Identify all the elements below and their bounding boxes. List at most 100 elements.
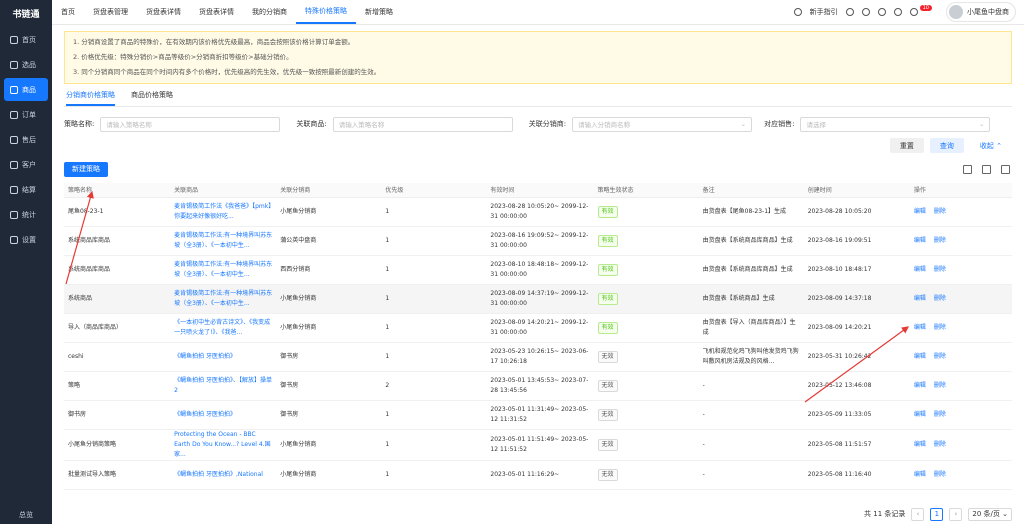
sidebar-item[interactable]: 客户 (0, 153, 52, 176)
edit-button[interactable]: 编辑 (914, 295, 926, 302)
user-menu[interactable]: 小尾鱼中盘商 (946, 2, 1016, 22)
headset-icon[interactable] (877, 8, 886, 16)
top-tab[interactable]: 货盘表管理 (84, 0, 137, 24)
sidebar-item[interactable]: 选品 (0, 53, 52, 76)
tab-distributor-price[interactable]: 分销商价格策略 (66, 90, 115, 106)
remark-cell: - (698, 371, 804, 401)
goods-link[interactable]: 麦肯锡极简工作法:有一种境界叫苏东坡（全3册）、《一本初中生... (174, 261, 272, 278)
sidebar-item[interactable]: 首页 (0, 28, 52, 51)
edit-columns-icon[interactable] (1001, 164, 1010, 174)
priority-cell: 2 (381, 371, 487, 401)
goods-link[interactable]: 《鲷鱼拍拍 牙医拍拍》、【解放】操单2 (174, 377, 272, 394)
goods-link[interactable]: 《鲷鱼拍拍 牙医拍拍》 (174, 353, 236, 360)
valid-time-cell: 2023-05-01 11:16:29~ (486, 460, 594, 490)
copy-icon[interactable] (893, 8, 902, 16)
sidebar-item[interactable]: 设置 (0, 228, 52, 251)
goods-link[interactable]: 麦肯锡极简工作法:有一种境界叫苏东坡（全3册）、《一本初中生... (174, 232, 272, 249)
next-page-button[interactable]: › (949, 507, 963, 521)
sidebar-item[interactable]: 售后 (0, 128, 52, 151)
status-badge-cell: 有效 (593, 313, 699, 343)
priority-cell: 1 (381, 255, 487, 285)
remark: - (702, 381, 705, 389)
delete-button[interactable]: 删除 (934, 411, 946, 418)
delete-button[interactable]: 删除 (934, 471, 946, 478)
sidebar-item[interactable]: 商品 (4, 78, 48, 101)
delete-button[interactable]: 删除 (934, 324, 946, 331)
top-tab[interactable]: 特殊价格策略 (296, 0, 356, 24)
top-tab[interactable]: 我的分销商 (243, 0, 296, 24)
guide-icon[interactable] (793, 8, 802, 16)
sidebar-item[interactable]: 结算 (0, 178, 52, 201)
strategy-name: 系统商品库商品 (68, 265, 111, 273)
delete-button[interactable]: 删除 (934, 266, 946, 273)
avatar (949, 5, 963, 19)
delete-button[interactable]: 删除 (934, 353, 946, 360)
main-content: 1. 分销商设置了商品的特殊价，在有效期内该价格优先级最高，商品会按照该价格计算… (52, 25, 1024, 524)
edit-button[interactable]: 编辑 (914, 353, 926, 360)
edit-button[interactable]: 编辑 (914, 266, 926, 273)
sidebar-item[interactable]: 订单 (0, 103, 52, 126)
created-time-cell: 2023-08-09 14:37:18 (803, 284, 910, 314)
delete-button[interactable]: 删除 (934, 295, 946, 302)
delete-button[interactable]: 删除 (934, 208, 946, 215)
valid-time: 2023-05-01 11:51:49~ 2023-05-12 11:51:52 (490, 435, 589, 453)
user-name: 小尾鱼中盘商 (967, 8, 1009, 16)
goods-link[interactable]: 麦肯锡极简工作法:有一种境界叫苏东坡（全3册）、《一本初中生... (174, 290, 272, 307)
page-size-select[interactable]: 20 条/页 ⌄ (968, 507, 1012, 521)
remark: - (702, 440, 705, 448)
edit-button[interactable]: 编辑 (914, 411, 926, 418)
filter-buttons: 重置 查询 收起 ⌃ (64, 138, 1012, 153)
distributor: 御书房 (280, 410, 299, 418)
collapse-button[interactable]: 收起 ⌃ (970, 138, 1012, 153)
created-time-cell: 2023-08-10 18:48:17 (803, 255, 910, 285)
ops-cell: 编辑 删除 (909, 342, 1012, 372)
export-icon[interactable] (982, 164, 991, 174)
created-time-cell: 2023-05-12 13:46:08 (803, 371, 910, 401)
priority: 1 (385, 440, 390, 448)
strategy-name: 批量测试导入策略 (68, 470, 117, 478)
edit-button[interactable]: 编辑 (914, 471, 926, 478)
edit-button[interactable]: 编辑 (914, 382, 926, 389)
strategy-name-input[interactable]: 请输入策略名称 (100, 116, 281, 132)
edit-button[interactable]: 编辑 (914, 441, 926, 448)
page-number-button[interactable]: 1 (930, 507, 944, 521)
goods-link[interactable]: 《一本初中生必背古诗文》、《我变成一只喷火龙了!》、《我爸... (174, 319, 270, 336)
edit-button[interactable]: 编辑 (914, 324, 926, 331)
priority: 1 (385, 207, 390, 215)
download-icon[interactable] (845, 8, 854, 16)
query-button[interactable]: 查询 (929, 138, 964, 153)
prev-page-button[interactable]: ‹ (911, 507, 925, 521)
sidebar-overview-button[interactable]: 总览 (0, 510, 52, 520)
sales-select[interactable]: 请选择 ⌄ (800, 116, 991, 132)
top-tabs: 首页 货盘表管理 货盘表详情 货盘表详情 我的分销商 特殊价格策略 新增策略 (52, 0, 402, 24)
distributor-select[interactable]: 请输入分销商名称 ⌄ (572, 116, 753, 132)
delete-button[interactable]: 删除 (934, 237, 946, 244)
goods-input[interactable]: 请输入策略名称 (332, 116, 513, 132)
table-header: 策略名称 关联商品 关联分销商 优先级 有效时间 策略生效状态 备注 创建时间 操作 (64, 183, 1012, 198)
top-tab[interactable]: 货盘表详情 (137, 0, 190, 24)
tab-goods-price[interactable]: 商品价格策略 (131, 90, 173, 106)
top-tab[interactable]: 首页 (52, 0, 84, 24)
guide-link[interactable]: 新手指引 (810, 7, 838, 17)
bell-icon[interactable] (909, 8, 918, 16)
goods-link[interactable]: 麦肯锡极简工作法《我爸爸》【pmk】你要起来好像很好吃... (174, 203, 271, 220)
created-time: 2023-08-09 14:20:21 (807, 323, 872, 331)
reset-button[interactable]: 重置 (889, 138, 924, 153)
delete-button[interactable]: 删除 (934, 441, 946, 448)
sidebar-item[interactable]: 统计 (0, 203, 52, 226)
top-tab[interactable]: 货盘表详情 (190, 0, 243, 24)
refresh-icon[interactable] (963, 164, 972, 174)
goods-link[interactable]: 《鲷鱼拍拍 牙医拍拍》 (174, 411, 236, 418)
strategy-name: 系统商品 (68, 294, 93, 302)
heart-icon[interactable] (861, 8, 870, 16)
edit-button[interactable]: 编辑 (914, 208, 926, 215)
delete-button[interactable]: 删除 (934, 382, 946, 389)
top-tab[interactable]: 新增策略 (356, 0, 402, 24)
notice-line: 2. 价格优先级：特殊分销价>商品等级价>分销商折扣等级价>基础分销价。 (73, 53, 293, 61)
goods-link[interactable]: 《鲷鱼拍拍 牙医拍拍》,National (174, 471, 263, 478)
strategy-name-cell: 系统商品库商品 (64, 226, 171, 256)
remark-cell: 由货盘表【系统商品库商品】生成 (698, 226, 804, 256)
edit-button[interactable]: 编辑 (914, 237, 926, 244)
new-strategy-button[interactable]: 新建策略 (64, 161, 108, 177)
goods-link[interactable]: Protecting the Ocean - BBC Earth Do You … (174, 431, 271, 458)
